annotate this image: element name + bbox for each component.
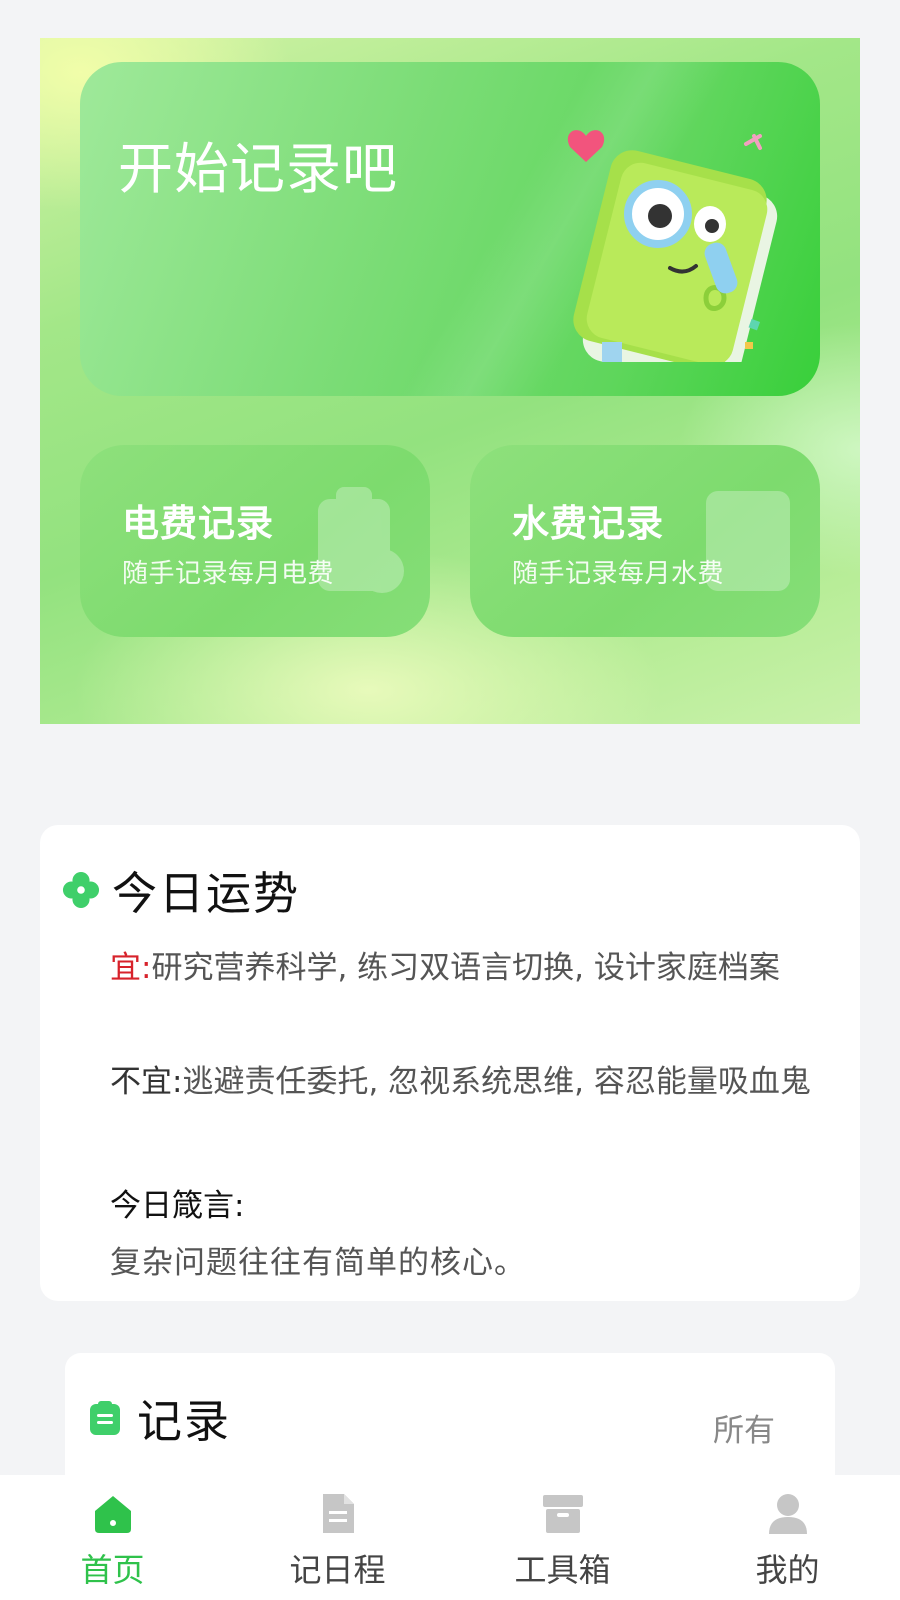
fortune-bad-row: 不宜: 逃避责任委托, 忽视系统思维, 容忍能量吸血鬼 [110, 1061, 820, 1103]
records-title: 记录 [137, 1395, 232, 1448]
fortune-good-row: 宜: 研究营养科学, 练习双语言切换, 设计家庭档案 [110, 947, 820, 989]
good-label: 宜: [110, 950, 152, 986]
clover-icon [62, 871, 100, 908]
toolbox-icon [542, 1495, 583, 1533]
water-record-card[interactable]: 水费记录 随手记录每月水费 [470, 445, 820, 637]
records-filter-all[interactable]: 所有 [713, 1405, 775, 1450]
good-text: 研究营养科学, 练习双语言切换, 设计家庭档案 [151, 950, 780, 986]
document-icon [322, 1494, 354, 1533]
electricity-record-card[interactable]: 电费记录 随手记录每月电费 [80, 445, 430, 637]
start-record-banner[interactable]: 开始记录吧 [80, 62, 820, 396]
tab-toolbox[interactable]: 工具箱 [450, 1475, 675, 1600]
tab-toolbox-label: 工具箱 [514, 1551, 611, 1589]
hero-section: 开始记录吧 电费记录 随手记录每月电费 水费记录 随手记录每月水费 [40, 38, 860, 724]
tab-profile[interactable]: 我的 [675, 1475, 900, 1600]
tab-home[interactable]: 首页 [0, 1475, 225, 1600]
daily-fortune-card: 今日运势 宜: 研究营养科学, 练习双语言切换, 设计家庭档案 不宜: 逃避责任… [40, 825, 860, 1301]
fortune-header: 今日运势 [62, 857, 300, 922]
motto-label: 今日箴言: [110, 1188, 245, 1224]
user-icon [768, 1494, 807, 1534]
tab-schedule[interactable]: 记日程 [225, 1475, 450, 1600]
tab-schedule-label: 记日程 [289, 1551, 386, 1589]
tab-profile-label: 我的 [755, 1551, 820, 1589]
water-card-subtitle: 随手记录每月水费 [512, 559, 725, 589]
records-header: 记录 [89, 1385, 231, 1450]
clipboard-icon [90, 1400, 120, 1435]
bad-label: 不宜: [110, 1064, 183, 1100]
electricity-card-title: 电费记录 [122, 502, 274, 545]
tab-home-label: 首页 [80, 1551, 145, 1589]
book-mascot-illustration [567, 130, 778, 362]
motto-text: 复杂问题往往有简单的核心。 [110, 1245, 526, 1281]
banner-title: 开始记录吧 [118, 137, 399, 201]
bottom-tab-bar: 首页 记日程 工具箱 我的 [0, 1475, 900, 1600]
home-icon [94, 1496, 131, 1533]
bad-text: 逃避责任委托, 忽视系统思维, 容忍能量吸血鬼 [182, 1064, 811, 1100]
water-card-title: 水费记录 [512, 502, 664, 545]
fortune-title: 今日运势 [112, 867, 301, 920]
electricity-card-subtitle: 随手记录每月电费 [122, 559, 335, 589]
